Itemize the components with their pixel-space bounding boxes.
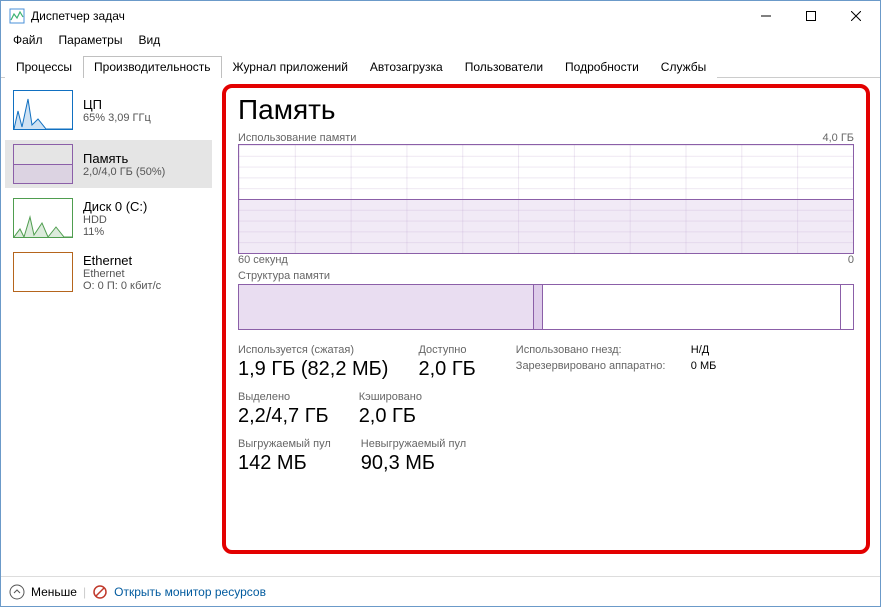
memory-usage-fill: [239, 199, 853, 253]
nonpaged-label: Невыгружаемый пул: [361, 438, 466, 450]
tab-details[interactable]: Подробности: [554, 56, 650, 78]
resource-monitor-icon[interactable]: [92, 584, 108, 600]
hw-reserved-label: Зарезервировано аппаратно:: [516, 360, 691, 372]
composition-label: Структура памяти: [238, 270, 330, 282]
maximize-button[interactable]: [788, 2, 833, 30]
menu-options[interactable]: Параметры: [51, 31, 131, 51]
cpu-thumb-graph: [13, 90, 73, 130]
menu-view[interactable]: Вид: [130, 31, 168, 51]
paged-label: Выгружаемый пул: [238, 438, 331, 450]
comp-standby: [543, 285, 841, 329]
in-use-label: Используется (сжатая): [238, 344, 388, 356]
page-title: Память: [238, 94, 854, 126]
disk-title: Диск 0 (C:): [83, 199, 147, 214]
committed-value: 2,2/4,7 ГБ: [238, 405, 329, 428]
tab-app-history[interactable]: Журнал приложений: [222, 56, 359, 78]
cpu-sub: 65% 3,09 ГГц: [83, 112, 151, 124]
menubar: Файл Параметры Вид: [1, 31, 880, 51]
hw-reserved-value: 0 МБ: [691, 360, 717, 372]
memory-usage-chart[interactable]: [238, 144, 854, 254]
highlight-region: Память Использование памяти 4,0 ГБ 60 се…: [222, 84, 870, 554]
in-use-value: 1,9 ГБ (82,2 МБ): [238, 358, 388, 381]
tab-users[interactable]: Пользователи: [454, 56, 554, 78]
disk-sub1: HDD: [83, 214, 147, 226]
minimize-button[interactable]: [743, 2, 788, 30]
memory-thumb-graph: [13, 144, 73, 184]
window-controls: [743, 2, 878, 30]
eth-sub2: О: 0 П: 0 кбит/с: [83, 280, 161, 292]
main-panel: Память Использование памяти 4,0 ГБ 60 се…: [216, 78, 880, 576]
memory-sub: 2,0/4,0 ГБ (50%): [83, 166, 165, 178]
usage-chart-max: 4,0 ГБ: [822, 132, 854, 144]
window-title: Диспетчер задач: [31, 9, 743, 23]
disk-sub2: 11%: [83, 226, 147, 238]
disk-thumb-graph: [13, 198, 73, 238]
comp-modified: [534, 285, 543, 329]
slots-value: Н/Д: [691, 344, 709, 356]
available-label: Доступно: [418, 344, 475, 356]
comp-in-use: [239, 285, 534, 329]
tab-startup[interactable]: Автозагрузка: [359, 56, 454, 78]
app-icon: [9, 8, 25, 24]
sidebar-item-cpu[interactable]: ЦП 65% 3,09 ГГц: [5, 86, 212, 134]
tab-performance[interactable]: Производительность: [83, 56, 221, 78]
footer: Меньше | Открыть монитор ресурсов: [1, 576, 880, 606]
fewer-details-link[interactable]: Меньше: [31, 585, 77, 599]
available-value: 2,0 ГБ: [418, 358, 475, 381]
content-area: ЦП 65% 3,09 ГГц Память 2,0/4,0 ГБ (50%): [1, 78, 880, 576]
slots-label: Использовано гнезд:: [516, 344, 691, 356]
paged-value: 142 МБ: [238, 452, 331, 475]
cached-value: 2,0 ГБ: [359, 405, 422, 428]
eth-title: Ethernet: [83, 253, 161, 268]
tab-services[interactable]: Службы: [650, 56, 717, 78]
close-button[interactable]: [833, 2, 878, 30]
footer-separator: |: [83, 585, 86, 599]
sidebar: ЦП 65% 3,09 ГГц Память 2,0/4,0 ГБ (50%): [1, 78, 216, 576]
fewer-details-icon[interactable]: [9, 584, 25, 600]
eth-thumb-graph: [13, 252, 73, 292]
sidebar-item-ethernet[interactable]: Ethernet Ethernet О: 0 П: 0 кбит/с: [5, 248, 212, 296]
axis-left: 60 секунд: [238, 254, 288, 266]
comp-free: [841, 285, 853, 329]
sidebar-item-memory[interactable]: Память 2,0/4,0 ГБ (50%): [5, 140, 212, 188]
eth-sub1: Ethernet: [83, 268, 161, 280]
memory-title: Память: [83, 151, 165, 166]
memory-composition-chart[interactable]: [238, 284, 854, 330]
cached-label: Кэшировано: [359, 391, 422, 403]
usage-chart-label: Использование памяти: [238, 132, 356, 144]
tab-processes[interactable]: Процессы: [5, 56, 83, 78]
tabbar: Процессы Производительность Журнал прило…: [1, 55, 880, 78]
committed-label: Выделено: [238, 391, 329, 403]
task-manager-window: Диспетчер задач Файл Параметры Вид Проце…: [0, 0, 881, 607]
axis-right: 0: [848, 254, 854, 266]
open-resource-monitor-link[interactable]: Открыть монитор ресурсов: [114, 585, 266, 599]
cpu-title: ЦП: [83, 97, 151, 112]
nonpaged-value: 90,3 МБ: [361, 452, 466, 475]
menu-file[interactable]: Файл: [5, 31, 51, 51]
titlebar: Диспетчер задач: [1, 1, 880, 31]
sidebar-item-disk[interactable]: Диск 0 (C:) HDD 11%: [5, 194, 212, 242]
